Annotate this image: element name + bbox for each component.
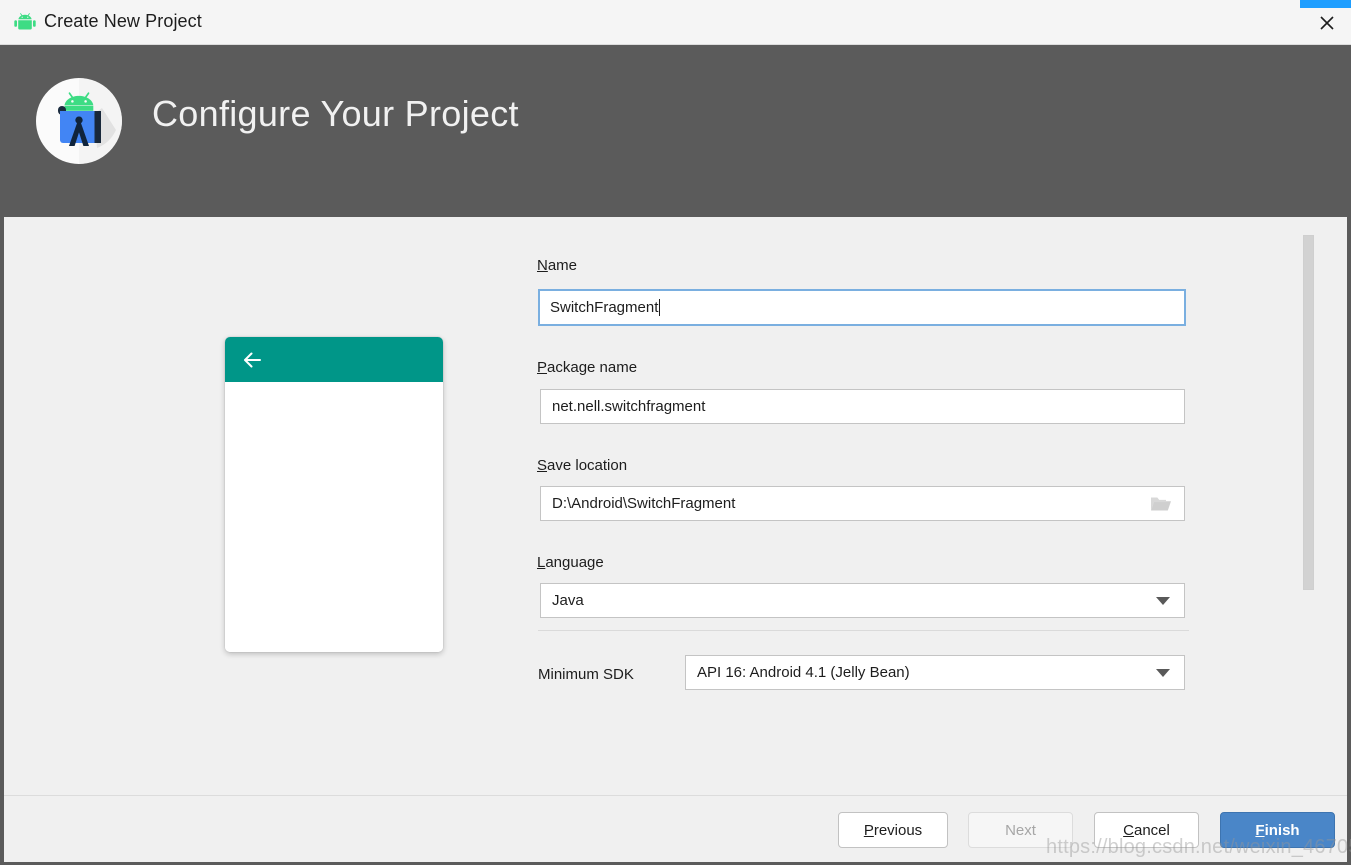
package-name-input-value: net.nell.switchfragment	[552, 398, 706, 415]
save-location-label: Save location	[537, 457, 627, 474]
page-title: Configure Your Project	[152, 93, 519, 134]
package-name-label-rest: ackage name	[547, 359, 638, 376]
minimum-sdk-dropdown-value: API 16: Android 4.1 (Jelly Bean)	[697, 664, 910, 681]
name-label-rest: ame	[547, 257, 578, 274]
android-robot-icon	[14, 13, 36, 33]
previous-button-mnemonic: P	[863, 821, 874, 839]
chevron-down-icon	[1156, 596, 1170, 605]
name-label: Name	[537, 257, 577, 274]
next-button: Next	[968, 812, 1073, 848]
form-separator	[538, 630, 1189, 631]
save-location-label-mnemonic: S	[537, 457, 548, 474]
language-dropdown[interactable]: Java	[540, 583, 1185, 618]
language-label-rest: anguage	[545, 554, 604, 571]
finish-button-label: inish	[1264, 821, 1300, 839]
language-dropdown-value: Java	[552, 592, 584, 609]
template-preview	[225, 337, 443, 652]
minimum-sdk-label: Minimum SDK	[538, 666, 634, 683]
package-name-input[interactable]: net.nell.switchfragment	[540, 389, 1185, 424]
language-label: Language	[537, 554, 604, 571]
window-title: Create New Project	[44, 11, 202, 31]
dialog-footer: Previous Next Cancel Finish	[4, 796, 1347, 862]
finish-button[interactable]: Finish	[1220, 812, 1335, 848]
cancel-button-label: ancel	[1133, 821, 1170, 839]
finish-button-mnemonic: F	[1255, 821, 1265, 839]
text-caret	[659, 299, 661, 316]
save-location-input[interactable]: D:\Android\SwitchFragment	[540, 486, 1185, 521]
previous-button[interactable]: Previous	[838, 812, 948, 848]
folder-open-icon[interactable]	[1150, 495, 1172, 513]
previous-button-label: revious	[873, 821, 923, 839]
window-overlay-artifact	[1300, 0, 1351, 8]
content-scrollbar-thumb[interactable]	[1303, 235, 1314, 590]
dialog-content: Name SwitchFragment Package name net.nel…	[4, 217, 1347, 795]
android-studio-logo	[36, 78, 122, 164]
dialog-header: Configure Your Project	[4, 45, 1347, 217]
preview-app-bar	[225, 337, 443, 382]
chevron-down-icon	[1156, 668, 1170, 677]
preview-content-area	[225, 382, 443, 652]
title-bar: Create New Project	[0, 0, 1351, 45]
name-label-mnemonic: N	[537, 257, 548, 274]
package-name-label-mnemonic: P	[537, 359, 548, 376]
next-button-label: Next	[1005, 821, 1036, 839]
minimum-sdk-label-text: Minimum SDK	[538, 666, 634, 683]
cancel-button-mnemonic: C	[1123, 821, 1134, 839]
save-location-label-rest: ave location	[547, 457, 628, 474]
minimum-sdk-dropdown[interactable]: API 16: Android 4.1 (Jelly Bean)	[685, 655, 1185, 690]
dialog-frame-right	[1347, 45, 1351, 865]
package-name-label: Package name	[537, 359, 637, 376]
cancel-button[interactable]: Cancel	[1094, 812, 1199, 848]
save-location-input-value: D:\Android\SwitchFragment	[552, 495, 736, 512]
arrow-left-icon	[241, 349, 263, 371]
name-input[interactable]: SwitchFragment	[538, 289, 1186, 326]
create-new-project-dialog: Create New Project Configure Your Projec…	[0, 0, 1351, 865]
name-input-value: SwitchFragment	[550, 299, 659, 316]
